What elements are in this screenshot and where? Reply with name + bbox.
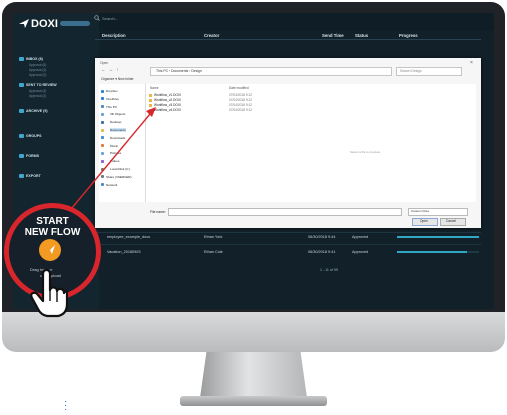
filename-input[interactable] xyxy=(168,208,402,216)
folder-icon xyxy=(101,89,104,93)
groups-icon xyxy=(19,134,24,138)
sidebar-item-inbox[interactable]: INBOX (8) xyxy=(26,57,43,61)
column-header-description[interactable]: Description xyxy=(102,33,126,38)
column-header-status[interactable]: Status xyxy=(355,33,368,38)
tree-item[interactable]: Dropbox xyxy=(106,89,118,93)
file-column-name[interactable]: Name xyxy=(150,86,159,90)
new-flow-title: NEW FLOW xyxy=(24,227,81,238)
row-creator: Ethan York xyxy=(204,235,223,239)
sidebar-item-archive[interactable]: ARCHIVE (9) xyxy=(26,109,48,113)
file-column-date[interactable]: Date modified xyxy=(229,86,249,90)
sent-icon xyxy=(19,83,24,87)
folder-icon xyxy=(101,120,104,124)
monitor-chin xyxy=(2,312,505,352)
export-icon xyxy=(19,174,24,178)
tree-item[interactable]: Pictures xyxy=(110,151,121,155)
file-icon xyxy=(149,98,152,102)
rocket-icon xyxy=(46,245,55,254)
file-date: 07/04/2018 9:12 xyxy=(229,103,253,107)
file-name[interactable]: Workflow_v3.DOXI xyxy=(154,103,181,107)
sidebar-subitem[interactable]: Approval (2) xyxy=(29,94,46,98)
open-button-label: Open xyxy=(420,219,428,223)
close-icon[interactable]: × xyxy=(470,60,473,66)
folder-icon xyxy=(101,112,104,116)
file-name[interactable]: Workflow_v1.DOXI xyxy=(154,93,181,97)
tree-item[interactable]: Documents xyxy=(110,128,126,132)
sidebar-subitem[interactable]: Approval (2) xyxy=(29,73,46,77)
dialog-title: Open xyxy=(100,61,109,65)
folder-icon xyxy=(101,128,104,132)
tree-item[interactable]: This PC xyxy=(106,105,117,109)
file-name[interactable]: Workflow_v4.DOXI xyxy=(154,108,181,112)
logo-pill xyxy=(60,21,90,26)
row-status: Approved xyxy=(352,235,369,239)
sidebar-subitem[interactable]: Approval (4) xyxy=(29,89,46,93)
organize-menu[interactable]: Organize ▾ New folder xyxy=(101,77,134,81)
filetype-value: Custom Files xyxy=(411,209,430,213)
file-date: 07/04/2018 9:12 xyxy=(229,93,253,97)
row-description[interactable]: Vacation_20180903 xyxy=(107,250,141,254)
sidebar-subitem[interactable]: Approval (6) xyxy=(29,63,46,67)
row-time: 06/30/2018 9:44 xyxy=(308,235,336,239)
column-header-send-time[interactable]: Send Time xyxy=(322,33,344,38)
tree-item[interactable]: OneDrive xyxy=(106,97,119,101)
filename-label: File name: xyxy=(150,210,166,214)
row-time: 06/30/2018 9:41 xyxy=(308,250,336,254)
tree-item[interactable]: Share (\\SERVER) xyxy=(106,175,132,179)
search-input[interactable]: Search... xyxy=(102,16,118,21)
tree-item[interactable]: Music xyxy=(110,144,118,148)
file-icon xyxy=(149,103,152,107)
file-date: 07/04/2018 9:12 xyxy=(229,98,253,102)
monitor-stand-foot xyxy=(180,396,327,406)
folder-icon xyxy=(101,105,104,109)
progress-bar xyxy=(397,236,479,238)
row-divider xyxy=(95,244,481,245)
folder-icon xyxy=(101,167,104,171)
inbox-icon xyxy=(19,57,24,61)
file-date: 07/04/2018 9:12 xyxy=(229,108,253,112)
sidebar-subitem[interactable]: Approval (2) xyxy=(29,68,46,72)
sidebar-item-export[interactable]: EXPORT xyxy=(26,174,41,178)
address-path: This PC › Documents › Design xyxy=(156,68,202,73)
tree-item[interactable]: Desktop xyxy=(110,120,121,124)
archive-icon xyxy=(19,109,24,113)
forms-icon xyxy=(19,154,24,158)
row-description[interactable]: employee_example_docs xyxy=(107,235,150,239)
file-icon xyxy=(149,108,152,112)
folder-icon xyxy=(101,159,104,163)
sidebar-item-sent[interactable]: SENT TO REVIEW xyxy=(26,83,57,87)
hand-pointer-icon xyxy=(30,268,68,318)
column-header-creator[interactable]: Creator xyxy=(204,33,219,38)
tree-item[interactable]: Network xyxy=(106,183,117,187)
tree-item[interactable]: Downloads xyxy=(110,136,125,140)
file-icon xyxy=(149,93,152,97)
tree-item[interactable]: Local Disk (C:) xyxy=(110,167,130,171)
start-title: START xyxy=(36,216,69,227)
sidebar-item-forms[interactable]: FORMS xyxy=(26,154,39,158)
progress-bar xyxy=(397,251,479,253)
cancel-button-label: Cancel xyxy=(446,219,456,223)
more-dots-icon: · · · xyxy=(64,396,68,415)
preview-hint: Select a file to preview. xyxy=(350,150,381,154)
pagination[interactable]: 1 - 11 of 99 xyxy=(320,268,338,272)
dialog-search-placeholder: Search Design xyxy=(400,68,422,73)
column-header-progress[interactable]: Progress xyxy=(399,33,418,38)
search-icon xyxy=(94,15,100,21)
tree-item[interactable]: 3D Objects xyxy=(110,112,125,116)
header-divider xyxy=(95,39,481,40)
monitor-stand-neck xyxy=(200,352,307,398)
folder-icon xyxy=(101,183,104,187)
file-list xyxy=(146,84,476,202)
logo-icon xyxy=(19,19,29,28)
tree-item[interactable]: Videos xyxy=(110,159,119,163)
folder-icon xyxy=(101,144,104,148)
row-divider xyxy=(95,232,481,233)
row-status: Approved xyxy=(352,250,369,254)
sidebar-item-groups[interactable]: GROUPS xyxy=(26,134,42,138)
dialog-nav-arrows[interactable]: ← → ↑ xyxy=(101,67,120,72)
row-creator: Ethan Cole xyxy=(204,250,223,254)
folder-icon xyxy=(101,151,104,155)
file-name[interactable]: Workflow_v2.DOXI xyxy=(154,98,181,102)
logo: DOXI xyxy=(31,18,58,30)
